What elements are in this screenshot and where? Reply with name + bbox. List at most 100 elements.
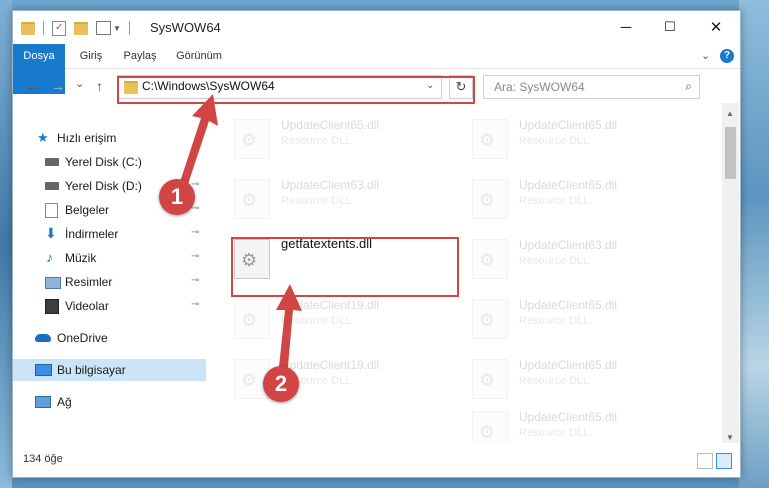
dll-file-icon: ⚙ [234, 299, 270, 339]
sidebar-item-network[interactable]: Ağ [13, 391, 206, 413]
file-name: UpdateClient65.dll [519, 298, 618, 312]
videos-icon [45, 299, 59, 314]
search-placeholder: Ara: SysWOW64 [494, 80, 585, 94]
cloud-icon [35, 334, 51, 342]
pictures-icon [45, 277, 61, 289]
scrollbar-thumb[interactable] [725, 127, 736, 179]
dll-file-icon: ⚙ [472, 179, 508, 219]
file-highlight [231, 237, 459, 297]
file-type: Resource DLL [519, 255, 590, 267]
help-button[interactable]: ? [720, 49, 734, 63]
item-count: 134 öğe [23, 453, 63, 465]
navigation-pane: ★ Hızlı erişim Yerel Disk (C:) Yerel Dis… [13, 103, 206, 443]
file-name: UpdateClient65.dll [281, 118, 380, 132]
star-icon: ★ [37, 130, 49, 145]
up-arrow-icon[interactable]: ↑ [96, 78, 103, 94]
file-type: Resource DLL [519, 427, 590, 439]
view-options-icon[interactable] [96, 21, 111, 35]
file-item[interactable]: ⚙ UpdateClient65.dll Resource DLL [472, 171, 692, 221]
tab-share[interactable]: Paylaş [117, 44, 163, 68]
sidebar-item-downloads[interactable]: ⬇ İndirmeler ⊸ [13, 223, 206, 245]
music-icon: ♪ [46, 249, 53, 265]
file-item[interactable]: ⚙ UpdateClient63.dll Resource DLL [234, 171, 454, 221]
toolbar-divider [128, 21, 130, 35]
step-1-badge: 1 [159, 179, 195, 215]
file-item[interactable]: ⚙ UpdateClient65.dll Resource DLL [472, 291, 692, 341]
pin-icon[interactable]: ⊸ [191, 251, 199, 262]
vertical-scrollbar[interactable]: ▲ ▼ [722, 103, 739, 443]
step-2-badge: 2 [263, 366, 299, 402]
file-type: Resource DLL [519, 135, 590, 147]
file-type: Resource DLL [519, 315, 590, 327]
forward-arrow-icon[interactable]: → [51, 78, 65, 94]
ribbon-expand-chevron-icon[interactable]: ⌄ [701, 49, 710, 62]
file-name: UpdateClient65.dll [519, 118, 618, 132]
close-button[interactable]: ✕ [693, 11, 739, 43]
search-box[interactable]: Ara: SysWOW64 ⌕ [483, 75, 700, 99]
file-type: Resource DLL [281, 135, 352, 147]
file-item[interactable]: ⚙ UpdateClient65.dll Resource DLL [472, 403, 692, 443]
download-icon: ⬇ [45, 225, 57, 241]
sidebar-item-label: Belgeler [65, 203, 110, 217]
file-item[interactable]: ⚙ UpdateClient65.dll Resource DLL [234, 111, 454, 161]
pin-icon[interactable]: ⊸ [191, 275, 199, 286]
properties-icon[interactable]: ✓ [52, 20, 66, 36]
sidebar-item-label: Hızlı erişim [57, 131, 117, 145]
minimize-button[interactable]: ─ [603, 11, 649, 43]
sidebar-item-local-disk-c[interactable]: Yerel Disk (C:) [13, 151, 206, 173]
maximize-button[interactable]: ☐ [647, 11, 693, 43]
file-item[interactable]: ⚙ UpdateClient63.dll Resource DLL [472, 231, 692, 281]
pin-icon[interactable]: ⊸ [191, 227, 199, 238]
ribbon: Dosya Giriş Paylaş Görünüm ⌄ ? [13, 44, 740, 94]
toolbar-divider [43, 21, 44, 35]
search-icon[interactable]: ⌕ [685, 79, 692, 94]
pin-icon[interactable]: ⊸ [191, 299, 199, 310]
computer-icon [35, 364, 52, 376]
new-folder-icon[interactable] [74, 21, 88, 35]
sidebar-item-label: Yerel Disk (C:) [65, 155, 142, 169]
sidebar-item-label: İndirmeler [65, 227, 119, 241]
file-item[interactable]: ⚙ UpdateClient65.dll Resource DLL [472, 111, 692, 161]
customize-toolbar-chevron-icon[interactable]: ▼ [113, 24, 121, 33]
dll-file-icon: ⚙ [472, 359, 508, 399]
desktop-wallpaper-right [739, 0, 769, 488]
network-icon [35, 396, 51, 408]
sidebar-item-label: Bu bilgisayar [57, 363, 126, 377]
scroll-down-arrow-icon[interactable]: ▼ [726, 433, 734, 442]
sidebar-item-music[interactable]: ♪ Müzik ⊸ [13, 247, 206, 269]
sidebar-item-this-pc[interactable]: Bu bilgisayar [13, 359, 206, 381]
file-item[interactable]: ⚙ UpdateClient65.dll Resource DLL [472, 351, 692, 401]
sidebar-item-label: Müzik [65, 251, 97, 265]
sidebar-item-label: OneDrive [57, 331, 108, 345]
sidebar-item-videos[interactable]: Videolar ⊸ [13, 295, 206, 317]
file-name: UpdateClient65.dll [519, 178, 618, 192]
folder-icon [21, 21, 35, 35]
dll-file-icon: ⚙ [472, 239, 508, 279]
tab-view[interactable]: Görünüm [169, 44, 229, 68]
documents-icon [45, 203, 58, 218]
sidebar-item-onedrive[interactable]: OneDrive [13, 327, 206, 349]
dll-file-icon: ⚙ [472, 411, 508, 443]
file-name: UpdateClient63.dll [281, 178, 380, 192]
dll-file-icon: ⚙ [472, 299, 508, 339]
sidebar-item-label: Resimler [65, 275, 113, 289]
sidebar-item-quick-access[interactable]: ★ Hızlı erişim [13, 127, 206, 149]
details-view-icon[interactable] [697, 453, 713, 469]
back-arrow-icon[interactable]: ← [25, 78, 39, 94]
drive-icon [45, 182, 59, 190]
file-name: UpdateClient19.dll [281, 298, 380, 312]
tab-home[interactable]: Giriş [71, 44, 111, 68]
dll-file-icon: ⚙ [472, 119, 508, 159]
desktop-wallpaper-left [0, 0, 12, 488]
recent-locations-chevron-icon[interactable]: ⌄ [75, 77, 84, 90]
explorer-window: ✓ ▼ SysWOW64 ─ ☐ ✕ Dosya Giriş Paylaş Gö… [12, 10, 741, 478]
file-name: UpdateClient65.dll [519, 358, 618, 372]
dll-file-icon: ⚙ [234, 119, 270, 159]
scroll-up-arrow-icon[interactable]: ▲ [726, 109, 734, 118]
file-type: Resource DLL [519, 195, 590, 207]
large-icons-view-icon[interactable] [716, 453, 732, 469]
file-item[interactable]: ⚙ UpdateClient19.dll Resource DLL [234, 291, 454, 341]
sidebar-item-pictures[interactable]: Resimler ⊸ [13, 271, 206, 293]
sidebar-item-label: Yerel Disk (D:) [65, 179, 142, 193]
dll-file-icon: ⚙ [234, 179, 270, 219]
